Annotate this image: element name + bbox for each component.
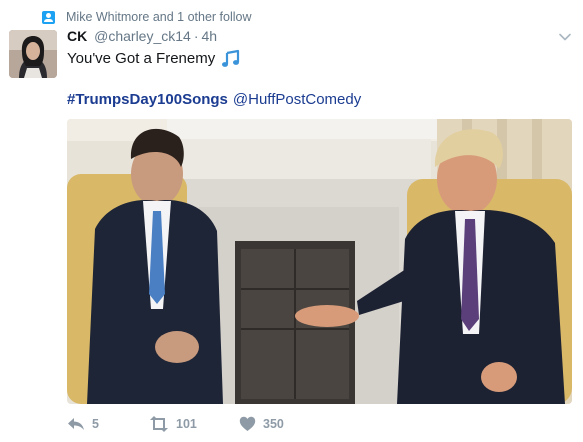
tweet-links: #TrumpsDay100Songs @HuffPostComedy	[67, 90, 361, 110]
tweet-timestamp[interactable]: 4h	[202, 28, 218, 44]
follow-icon	[42, 10, 55, 24]
like-button[interactable]: 350	[239, 416, 284, 432]
chevron-down-icon[interactable]	[558, 30, 572, 44]
separator-dot: ·	[193, 28, 199, 44]
tweet-text-content: You've Got a Frenemy	[67, 50, 216, 67]
tweet-actions: 5 101 350	[67, 413, 284, 435]
heart-icon	[239, 416, 256, 431]
social-context: Mike Whitmore and 1 other follow	[42, 8, 252, 26]
like-count: 350	[263, 417, 284, 431]
reply-count: 5	[92, 417, 99, 431]
hashtag-link[interactable]: #TrumpsDay100Songs	[67, 91, 228, 108]
musical-notes-icon	[222, 49, 240, 67]
retweet-count: 101	[176, 417, 197, 431]
retweet-icon	[150, 416, 168, 432]
mention-link[interactable]: @HuffPostComedy	[233, 91, 361, 108]
reply-button[interactable]: 5	[67, 416, 149, 432]
avatar[interactable]	[9, 30, 57, 78]
tweet-photo[interactable]	[67, 119, 572, 404]
social-context-text: Mike Whitmore and 1 other follow	[66, 10, 252, 24]
tweet-text: You've Got a Frenemy	[67, 49, 241, 69]
tweet-header: CK @charley_ck14 · 4h	[67, 28, 217, 44]
retweet-button[interactable]: 101	[149, 416, 239, 432]
reply-icon	[68, 418, 84, 430]
author-handle[interactable]: @charley_ck14	[94, 28, 191, 44]
author-name[interactable]: CK	[67, 28, 87, 44]
